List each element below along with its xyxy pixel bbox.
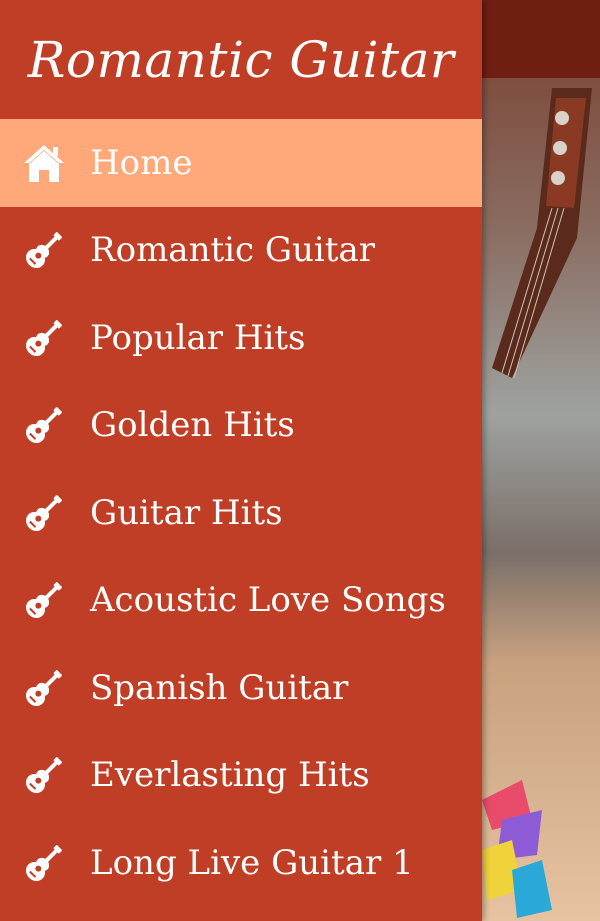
- menu-item-label: Acoustic Love Songs: [90, 580, 446, 621]
- menu-item-golden-hits[interactable]: Golden Hits: [0, 382, 482, 470]
- menu-item-label: Golden Hits: [90, 405, 295, 446]
- menu-item-label: Guitar Hits: [90, 492, 283, 533]
- navigation-drawer: Romantic Guitar Home Romantic Guitar Pop…: [0, 0, 482, 921]
- guitar-icon: [22, 578, 66, 622]
- app-title: Romantic Guitar: [27, 30, 455, 89]
- menu-item-label: Everlasting Hits: [90, 755, 370, 796]
- guitar-photo: [482, 88, 600, 428]
- guitar-icon: [22, 841, 66, 885]
- menu-item-acoustic-love-songs[interactable]: Acoustic Love Songs: [0, 557, 482, 645]
- menu-item-label: Long Live Guitar 1: [90, 842, 414, 883]
- guitar-icon: [22, 666, 66, 710]
- menu-item-label: Spanish Guitar: [90, 667, 349, 708]
- menu-item-home[interactable]: Home: [0, 119, 482, 207]
- guitar-icon: [22, 491, 66, 535]
- menu-item-everlasting-hits[interactable]: Everlasting Hits: [0, 732, 482, 820]
- menu-item-guitar-hits[interactable]: Guitar Hits: [0, 469, 482, 557]
- menu-item-spanish-guitar[interactable]: Spanish Guitar: [0, 644, 482, 732]
- menu-item-long-live-guitar-1[interactable]: Long Live Guitar 1: [0, 819, 482, 907]
- menu-item-popular-hits[interactable]: Popular Hits: [0, 294, 482, 382]
- guitar-icon: [22, 753, 66, 797]
- drawer-menu: Home Romantic Guitar Popular Hits Golden…: [0, 119, 482, 907]
- confetti-decoration: [482, 760, 600, 921]
- menu-item-label: Home: [90, 142, 193, 183]
- home-icon: [22, 141, 66, 185]
- drawer-header: Romantic Guitar: [0, 0, 482, 119]
- menu-item-romantic-guitar[interactable]: Romantic Guitar: [0, 207, 482, 295]
- guitar-icon: [22, 228, 66, 272]
- guitar-icon: [22, 403, 66, 447]
- menu-item-label: Popular Hits: [90, 317, 306, 358]
- menu-item-label: Romantic Guitar: [90, 230, 375, 271]
- guitar-icon: [22, 316, 66, 360]
